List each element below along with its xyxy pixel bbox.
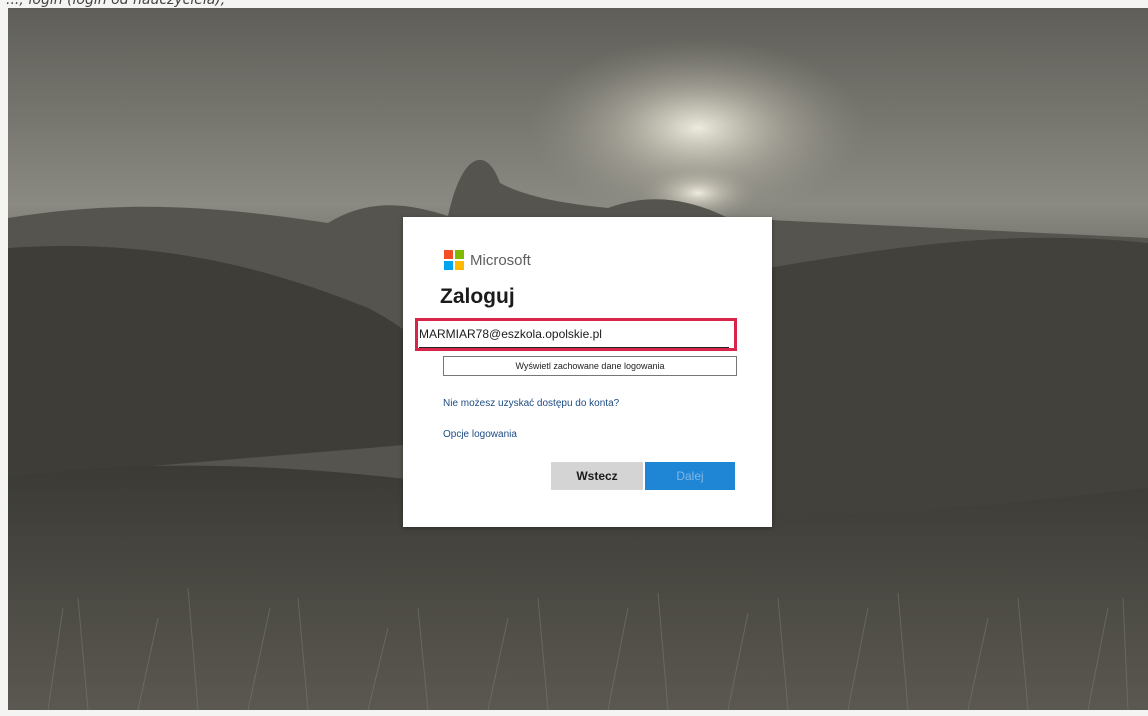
microsoft-logo-icon xyxy=(444,250,464,270)
logo-square-blue xyxy=(444,261,453,270)
logo-square-yellow xyxy=(455,261,464,270)
email-input[interactable] xyxy=(419,321,729,348)
next-button[interactable]: Dalej xyxy=(645,462,735,490)
signin-title: Zaloguj xyxy=(440,285,515,308)
logo-square-red xyxy=(444,250,453,259)
brand: Microsoft xyxy=(444,250,531,270)
cant-access-account-link[interactable]: Nie możesz uzyskać dostępu do konta? xyxy=(443,398,619,409)
back-button[interactable]: Wstecz xyxy=(551,462,643,490)
signin-options-link[interactable]: Opcje logowania xyxy=(443,429,517,440)
top-caption: ...; login (login od nauczyciela); xyxy=(6,0,226,8)
right-hill xyxy=(768,237,1148,528)
page: ...; login (login od nauczyciela); Micro… xyxy=(0,0,1148,716)
saved-logins-suggestion[interactable]: Wyświetl zachowane dane logowania xyxy=(443,356,737,376)
signin-dialog: Microsoft Zaloguj Wyświetl zachowane dan… xyxy=(403,217,772,527)
brand-name: Microsoft xyxy=(470,251,531,269)
logo-square-green xyxy=(455,250,464,259)
